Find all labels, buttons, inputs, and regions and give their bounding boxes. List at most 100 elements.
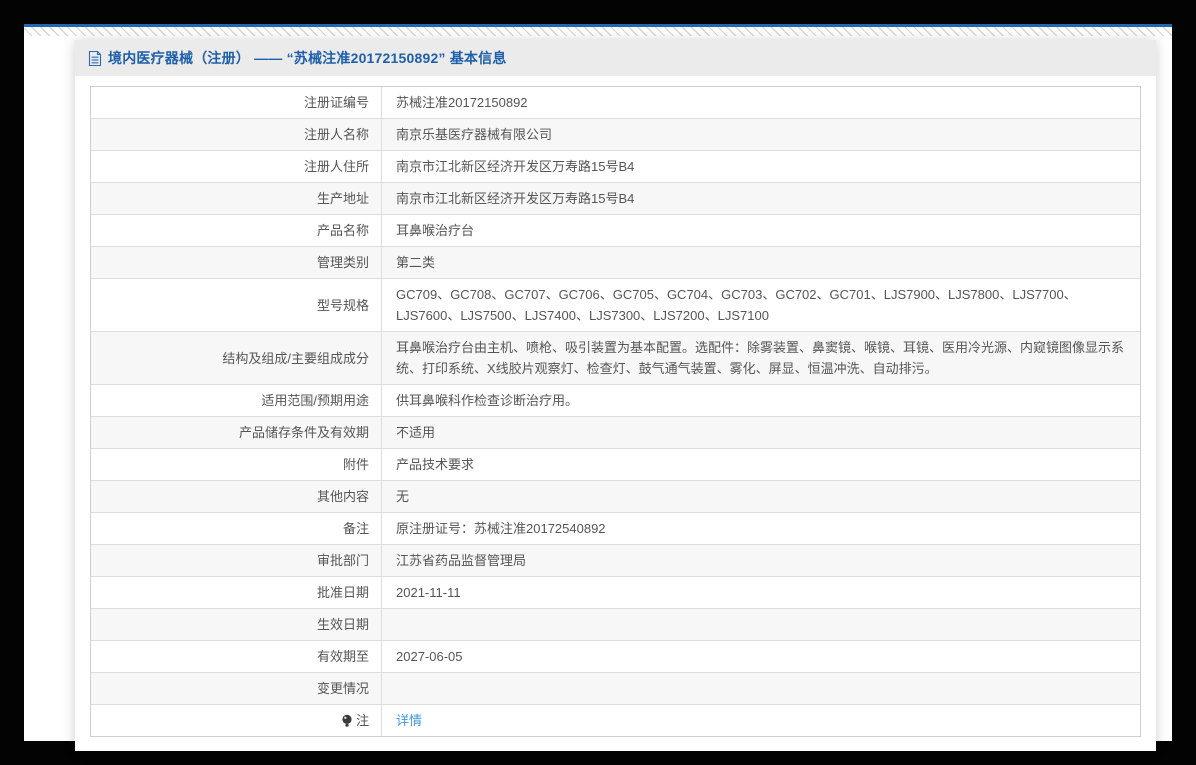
row-label-text: 其他内容	[316, 489, 369, 504]
row-value: 不适用	[382, 417, 1140, 448]
row-label-text: 注	[355, 713, 369, 728]
row-label: 产品名称	[91, 215, 382, 246]
row-label: 注册人住所	[91, 151, 382, 182]
row-label: 结构及组成/主要组成成分	[91, 332, 382, 384]
table-row: 批准日期 2021-11-11	[91, 577, 1140, 609]
table-row: 其他内容 无	[91, 481, 1140, 513]
row-label: 生产地址	[91, 183, 382, 214]
row-label-text: 型号规格	[316, 297, 369, 313]
details-link[interactable]: 详情	[396, 710, 422, 731]
row-value: 耳鼻喉治疗台	[382, 215, 1140, 246]
row-label: 型号规格	[91, 279, 382, 331]
row-label-text: 注册人住所	[303, 159, 369, 174]
row-value-text: 江苏省药品监督管理局	[396, 553, 527, 568]
table-row: 附件 产品技术要求	[91, 449, 1140, 481]
card-header: 境内医疗器械（注册） —— “苏械注准20172150892” 基本信息	[75, 40, 1156, 76]
row-value-text: 无	[396, 489, 410, 504]
row-value-text: 耳鼻喉治疗台	[396, 223, 475, 238]
table-row: 注 详情	[91, 705, 1140, 736]
row-label-text: 审批部门	[316, 553, 369, 568]
row-value-text: 第二类	[396, 255, 436, 270]
row-label-text: 生效日期	[316, 617, 369, 632]
table-row: 注册人住所 南京市江北新区经济开发区万寿路15号B4	[91, 151, 1140, 183]
row-value: 第二类	[382, 247, 1140, 278]
table-row: 变更情况	[91, 673, 1140, 705]
row-label: 注册证编号	[91, 87, 382, 118]
table-row: 型号规格 GC709、GC708、GC707、GC706、GC705、GC704、…	[91, 279, 1140, 332]
row-label-text: 产品名称	[316, 223, 369, 238]
row-label-text: 注册证编号	[303, 95, 369, 110]
row-value-text: 供耳鼻喉科作检查诊断治疗用。	[396, 393, 579, 408]
row-label: 产品储存条件及有效期	[91, 417, 382, 448]
page-title: 境内医疗器械（注册） —— “苏械注准20172150892” 基本信息	[108, 50, 507, 66]
table-row: 产品储存条件及有效期 不适用	[91, 417, 1140, 449]
row-label-text: 产品储存条件及有效期	[238, 425, 369, 440]
row-label-text: 管理类别	[316, 255, 369, 270]
table-row: 结构及组成/主要组成成分 耳鼻喉治疗台由主机、喷枪、吸引装置为基本配置。选配件：除…	[91, 332, 1140, 385]
row-value: 无	[382, 481, 1140, 512]
row-value-text: 南京市江北新区经济开发区万寿路15号B4	[396, 159, 635, 174]
row-label-text: 注册人名称	[303, 127, 369, 142]
row-value: 产品技术要求	[382, 449, 1140, 480]
row-label: 变更情况	[91, 673, 382, 704]
registration-info-card: 境内医疗器械（注册） —— “苏械注准20172150892” 基本信息 注册证…	[75, 40, 1156, 751]
row-label: 审批部门	[91, 545, 382, 576]
row-value-text: 2021-11-11	[396, 585, 461, 600]
row-label: 适用范围/预期用途	[91, 385, 382, 416]
row-label: 有效期至	[91, 641, 382, 672]
row-label: 生效日期	[91, 609, 382, 640]
row-label-text: 有效期至	[316, 649, 369, 664]
row-label-text: 批准日期	[316, 585, 369, 600]
row-label: 管理类别	[91, 247, 382, 278]
row-value: 苏械注准20172150892	[382, 87, 1140, 118]
row-label: 备注	[91, 513, 382, 544]
row-value: 供耳鼻喉科作检查诊断治疗用。	[382, 385, 1140, 416]
row-label: 注册人名称	[91, 119, 382, 150]
table-row: 适用范围/预期用途 供耳鼻喉科作检查诊断治疗用。	[91, 385, 1140, 417]
row-value: 南京乐基医疗器械有限公司	[382, 119, 1140, 150]
row-value-text: 2027-06-05	[396, 649, 463, 664]
table-row: 生产地址 南京市江北新区经济开发区万寿路15号B4	[91, 183, 1140, 215]
row-value: 南京市江北新区经济开发区万寿路15号B4	[382, 151, 1140, 182]
row-label: 批准日期	[91, 577, 382, 608]
bulb-icon	[341, 714, 353, 728]
row-value-text: 南京市江北新区经济开发区万寿路15号B4	[396, 191, 635, 206]
row-value: 详情	[382, 705, 1140, 736]
row-value-text: 耳鼻喉治疗台由主机、喷枪、吸引装置为基本配置。选配件：除雾装置、鼻窦镜、喉镜、耳…	[396, 340, 1125, 376]
row-value: 江苏省药品监督管理局	[382, 545, 1140, 576]
hatched-strip	[24, 27, 1172, 36]
row-value: GC709、GC708、GC707、GC706、GC705、GC704、GC70…	[382, 279, 1140, 331]
row-label: 其他内容	[91, 481, 382, 512]
table-row: 注册人名称 南京乐基医疗器械有限公司	[91, 119, 1140, 151]
table-row: 注册证编号 苏械注准20172150892	[91, 87, 1140, 119]
row-value	[382, 609, 1140, 640]
row-label-text: 适用范围/预期用途	[261, 393, 369, 408]
row-label: 附件	[91, 449, 382, 480]
table-row: 审批部门 江苏省药品监督管理局	[91, 545, 1140, 577]
table-row: 产品名称 耳鼻喉治疗台	[91, 215, 1140, 247]
row-label-text: 结构及组成/主要组成成分	[222, 350, 369, 366]
row-value	[382, 673, 1140, 704]
row-value-text: 不适用	[396, 425, 436, 440]
row-value-text: 产品技术要求	[396, 457, 475, 472]
row-value: 南京市江北新区经济开发区万寿路15号B4	[382, 183, 1140, 214]
row-value-text: 苏械注准20172150892	[396, 95, 528, 110]
row-value: 2021-11-11	[382, 577, 1140, 608]
row-value-text: 南京乐基医疗器械有限公司	[396, 127, 553, 142]
row-value-text: GC709、GC708、GC707、GC706、GC705、GC704、GC70…	[396, 287, 1077, 323]
row-value: 耳鼻喉治疗台由主机、喷枪、吸引装置为基本配置。选配件：除雾装置、鼻窦镜、喉镜、耳…	[382, 332, 1140, 384]
table-row: 管理类别 第二类	[91, 247, 1140, 279]
row-value: 原注册证号：苏械注准20172540892	[382, 513, 1140, 544]
row-label-text: 生产地址	[316, 191, 369, 206]
row-label-text: 附件	[342, 457, 369, 472]
table-row: 备注 原注册证号：苏械注准20172540892	[91, 513, 1140, 545]
registration-table: 注册证编号 苏械注准20172150892 注册人名称 南京乐基医疗器械有限公司 注册人…	[90, 86, 1141, 737]
table-row: 生效日期	[91, 609, 1140, 641]
row-value: 2027-06-05	[382, 641, 1140, 672]
table-row: 有效期至 2027-06-05	[91, 641, 1140, 673]
row-label-text: 变更情况	[316, 681, 369, 696]
page-background: 境内医疗器械（注册） —— “苏械注准20172150892” 基本信息 注册证…	[24, 24, 1172, 751]
row-value-text: 原注册证号：苏械注准20172540892	[396, 521, 606, 536]
row-label: 注	[91, 705, 382, 736]
document-icon	[88, 50, 102, 66]
